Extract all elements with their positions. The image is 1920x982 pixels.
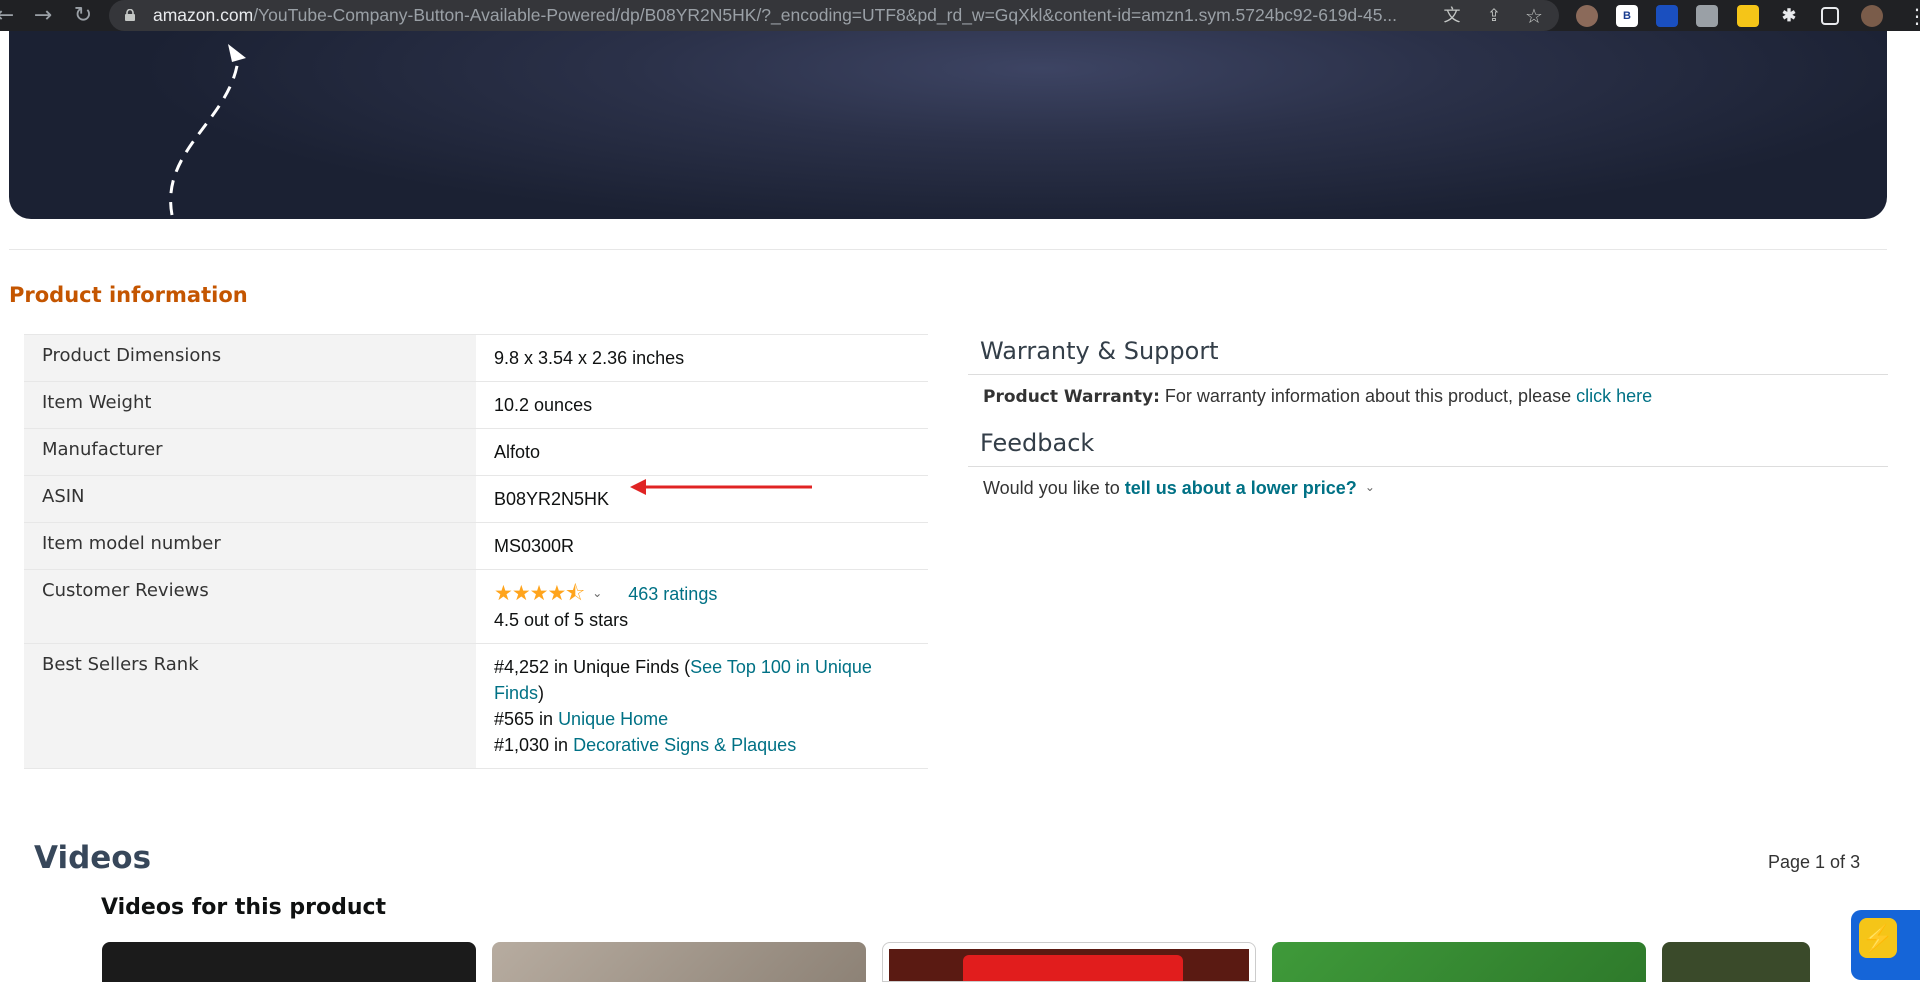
rank-text: #1,030 in <box>494 735 574 755</box>
table-row: Best Sellers Rank #4,252 in Unique Finds… <box>24 643 928 769</box>
product-details-table: Product Dimensions 9.8 x 3.54 x 2.36 inc… <box>24 334 928 769</box>
page-indicator: Page 1 of 3 <box>1768 852 1861 872</box>
row-label: Best Sellers Rank <box>24 643 476 769</box>
unique-home-link[interactable]: Unique Home <box>558 709 668 729</box>
annotation-dashed-arrow <box>169 59 240 216</box>
table-row: Product Dimensions 9.8 x 3.54 x 2.36 inc… <box>24 334 928 382</box>
video-thumbnail[interactable] <box>1662 942 1810 982</box>
section-divider <box>9 249 1887 250</box>
warranty-heading: Warranty & Support <box>980 337 1219 365</box>
rank-text: #565 in <box>494 709 559 729</box>
rank-close-paren: ) <box>538 683 545 703</box>
product-information-title: Product information <box>9 283 248 307</box>
rank-text: #4,252 in Unique Finds ( <box>494 657 691 677</box>
chevron-down-icon[interactable]: ⌄ <box>592 586 602 600</box>
table-row: Item Weight 10.2 ounces <box>24 381 928 429</box>
feedback-heading: Feedback <box>980 429 1095 457</box>
feedback-prefix: Would you like to <box>983 478 1125 498</box>
video-thumbnail[interactable] <box>492 942 866 982</box>
warranty-label: Product Warranty: <box>983 387 1160 407</box>
decorative-signs-link[interactable]: Decorative Signs & Plaques <box>573 735 796 755</box>
row-label: Manufacturer <box>24 428 476 476</box>
video-thumbnail[interactable] <box>1272 942 1646 982</box>
feedback-text: Would you like to tell us about a lower … <box>983 478 1375 499</box>
lower-price-link[interactable]: tell us about a lower price? <box>1125 478 1357 498</box>
warranty-link[interactable]: click here <box>1576 386 1652 406</box>
table-row: Manufacturer Alfoto <box>24 428 928 476</box>
videos-title: Videos <box>34 840 152 876</box>
row-value: 10.2 ounces <box>476 381 928 429</box>
reviews-value: ★★★★⯪ ⌄ 463 ratings 4.5 out of 5 stars <box>476 569 928 644</box>
row-value: 9.8 x 3.54 x 2.36 inches <box>476 334 928 382</box>
row-label: ASIN <box>24 475 476 523</box>
feedback-rule <box>968 466 1888 467</box>
row-label: Customer Reviews <box>24 569 476 644</box>
row-label: Item model number <box>24 522 476 570</box>
videos-subtitle: Videos for this product <box>101 895 387 920</box>
row-value: MS0300R <box>476 522 928 570</box>
row-label: Product Dimensions <box>24 334 476 382</box>
table-row: ASIN B08YR2N5HK <box>24 475 928 523</box>
table-row: Item model number MS0300R <box>24 522 928 570</box>
star-rating-icon[interactable]: ★★★★⯪ <box>494 580 585 606</box>
video-thumbnail[interactable] <box>882 942 1256 982</box>
lightning-bolt-icon[interactable]: ⚡ <box>1859 918 1897 958</box>
annotation-arrow-head <box>228 44 246 62</box>
row-value: Alfoto <box>476 428 928 476</box>
video-thumbnail[interactable] <box>102 942 476 982</box>
warranty-rule <box>968 374 1888 375</box>
warranty-text: Product Warranty: For warranty informati… <box>983 386 1652 407</box>
rating-text: 4.5 out of 5 stars <box>494 610 629 630</box>
ratings-link[interactable]: 463 ratings <box>628 584 717 604</box>
chevron-down-icon[interactable]: ⌄ <box>1365 480 1375 494</box>
warranty-description: For warranty information about this prod… <box>1159 386 1577 406</box>
row-label: Item Weight <box>24 381 476 429</box>
rank-value: #4,252 in Unique Finds (See Top 100 in U… <box>476 643 928 769</box>
asin-value: B08YR2N5HK <box>476 475 928 523</box>
table-row: Customer Reviews ★★★★⯪ ⌄ 463 ratings 4.5 o… <box>24 569 928 644</box>
